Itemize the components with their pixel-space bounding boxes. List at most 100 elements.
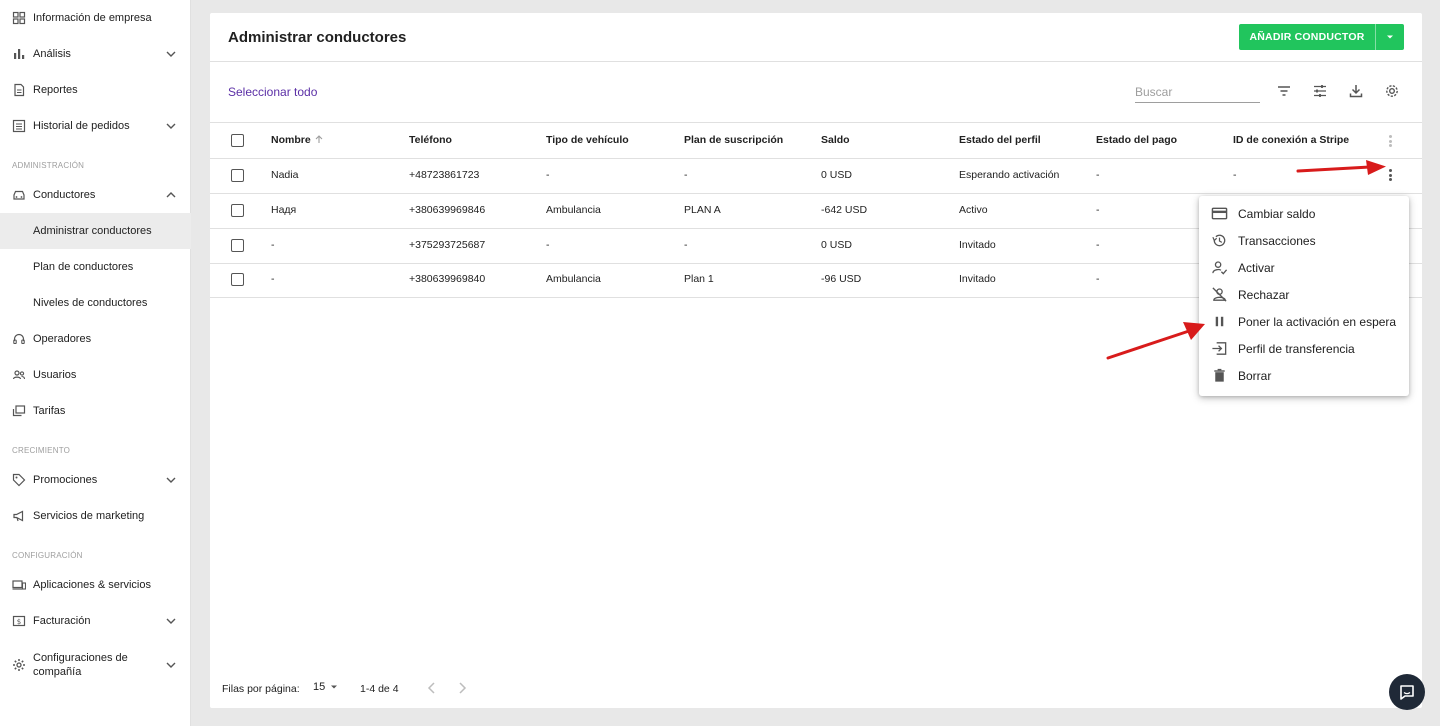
dashboard-icon (12, 11, 26, 25)
menu-item-label: Borrar (1238, 368, 1272, 383)
sidebar-item-label: Facturación (33, 615, 91, 627)
cell-phone: +380639969846 (409, 204, 486, 216)
cell-balance: -642 USD (821, 204, 868, 216)
page-title: Administrar conductores (228, 29, 407, 46)
sidebar-item-label: Información de empresa (33, 12, 152, 24)
column-header-vehicle[interactable]: Tipo de vehículo (546, 134, 629, 146)
chevron-down-icon (166, 662, 176, 668)
history-icon (1210, 232, 1228, 250)
sidebar-item-label: Historial de pedidos (33, 120, 130, 132)
select-all-checkbox[interactable] (231, 134, 244, 147)
menu-item-reject[interactable]: Rechazar (1199, 281, 1409, 308)
sidebar-item-label: Aplicaciones & servicios (33, 579, 151, 591)
cell-payment-status: - (1096, 273, 1100, 285)
tune-icon[interactable] (1312, 83, 1328, 99)
sidebar-item-apps[interactable]: Aplicaciones & servicios (0, 567, 191, 603)
add-driver-split-button: AÑADIR CONDUCTOR (1239, 24, 1404, 50)
chat-icon (1400, 685, 1414, 700)
gear-icon (12, 658, 26, 672)
sidebar-item-promotions[interactable]: Promociones (0, 462, 191, 498)
row-checkbox[interactable] (231, 273, 244, 286)
sidebar-item-tariffs[interactable]: Tarifas (0, 393, 191, 429)
svg-text:$: $ (17, 618, 21, 626)
sidebar-item-label: Servicios de marketing (33, 510, 145, 522)
cell-name: Nadia (271, 169, 299, 181)
cell-plan: Plan 1 (684, 273, 714, 285)
sidebar-item-label: Análisis (33, 48, 71, 60)
row-checkbox[interactable] (231, 169, 244, 182)
previous-page-icon[interactable] (424, 680, 440, 696)
menu-item-label: Cambiar saldo (1238, 206, 1316, 221)
column-header-phone[interactable]: Teléfono (409, 134, 452, 146)
tag-icon (12, 473, 26, 487)
table-divider (210, 158, 1422, 159)
filter-icon[interactable] (1276, 83, 1292, 99)
rows-per-page-select[interactable]: 15 (313, 681, 339, 693)
sidebar-item-driver-levels[interactable]: Niveles de conductores (0, 285, 191, 321)
search-input[interactable] (1135, 81, 1260, 103)
column-header-plan[interactable]: Plan de suscripción (684, 134, 783, 146)
cell-name: - (271, 273, 275, 285)
user-check-icon (1210, 259, 1228, 277)
cell-payment-status: - (1096, 204, 1100, 216)
header-divider (210, 61, 1422, 62)
chevron-down-icon (166, 618, 176, 624)
sidebar-item-marketing[interactable]: Servicios de marketing (0, 498, 191, 534)
sidebar-item-label: Usuarios (33, 369, 77, 381)
menu-item-label: Perfil de transferencia (1238, 341, 1355, 356)
menu-item-transfer-profile[interactable]: Perfil de transferencia (1199, 335, 1409, 362)
sidebar-item-company-settings[interactable]: Configuraciones de compañía (0, 647, 191, 683)
chevron-down-icon (166, 51, 176, 57)
row-checkbox[interactable] (231, 204, 244, 217)
document-icon (12, 83, 26, 97)
menu-item-label: Rechazar (1238, 287, 1290, 302)
sidebar-item-drivers[interactable]: Conductores (0, 177, 191, 213)
columns-more-icon[interactable] (1385, 133, 1395, 149)
download-icon[interactable] (1348, 83, 1364, 99)
sidebar-item-order-history[interactable]: Historial de pedidos (0, 108, 191, 144)
menu-item-change-balance[interactable]: Cambiar saldo (1199, 200, 1409, 227)
column-header-name[interactable]: Nombre (271, 134, 324, 146)
column-header-stripe-id[interactable]: ID de conexión a Stripe (1233, 134, 1349, 146)
cell-balance: -96 USD (821, 273, 862, 285)
cell-profile-status: Activo (959, 204, 988, 216)
sidebar-item-operators[interactable]: Operadores (0, 321, 191, 357)
sidebar-item-label: Administrar conductores (33, 225, 152, 237)
sidebar-item-label: Configuraciones de compañía (33, 652, 128, 678)
cell-name: - (271, 239, 275, 251)
select-all-link[interactable]: Seleccionar todo (228, 85, 317, 99)
cell-payment-status: - (1096, 239, 1100, 251)
cell-vehicle: Ambulancia (546, 273, 601, 285)
sidebar-item-driver-plan[interactable]: Plan de conductores (0, 249, 191, 285)
sidebar-item-users[interactable]: Usuarios (0, 357, 191, 393)
next-page-icon[interactable] (454, 680, 470, 696)
sidebar-item-reports[interactable]: Reportes (0, 72, 191, 108)
user-off-icon (1210, 286, 1228, 304)
sidebar-item-analytics[interactable]: Análisis (0, 36, 191, 72)
sidebar-item-manage-drivers[interactable]: Administrar conductores (0, 213, 191, 249)
settings-icon[interactable] (1384, 83, 1400, 99)
add-driver-dropdown-button[interactable] (1376, 24, 1404, 50)
column-header-payment-status[interactable]: Estado del pago (1096, 134, 1177, 146)
column-header-balance[interactable]: Saldo (821, 134, 850, 146)
menu-item-activate[interactable]: Activar (1199, 254, 1409, 281)
cell-name: Надя (271, 204, 297, 216)
menu-item-label: Activar (1238, 260, 1275, 275)
sidebar-item-company-info[interactable]: Información de empresa (0, 0, 191, 36)
add-driver-button[interactable]: AÑADIR CONDUCTOR (1239, 24, 1375, 50)
menu-item-delete[interactable]: Borrar (1199, 362, 1409, 389)
credit-card-icon (1210, 205, 1228, 223)
row-checkbox[interactable] (231, 239, 244, 252)
sidebar-item-billing[interactable]: $ Facturación (0, 603, 191, 639)
devices-icon (12, 578, 26, 592)
menu-item-label: Transacciones (1238, 233, 1316, 248)
menu-item-transactions[interactable]: Transacciones (1199, 227, 1409, 254)
cell-payment-status: - (1096, 169, 1100, 181)
column-header-label: Nombre (271, 134, 311, 146)
cell-profile-status: Invitado (959, 273, 996, 285)
cell-balance: 0 USD (821, 169, 852, 181)
column-header-profile-status[interactable]: Estado del perfil (959, 134, 1041, 146)
cell-vehicle: - (546, 239, 550, 251)
menu-item-hold-activation[interactable]: Poner la activación en espera (1199, 308, 1409, 335)
chat-support-button[interactable] (1389, 674, 1425, 710)
